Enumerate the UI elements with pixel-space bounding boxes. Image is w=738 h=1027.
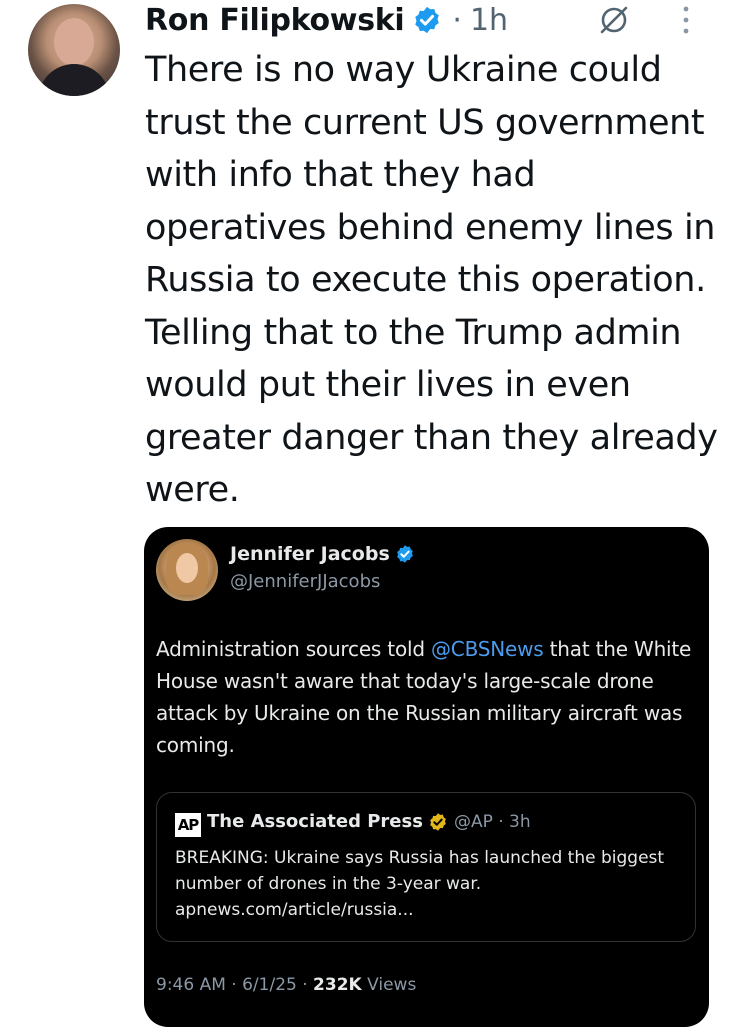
post-text: There is no way Ukraine could trust the … xyxy=(145,50,718,510)
nested-post-text: BREAKING: Ukraine says Russia has launch… xyxy=(175,848,665,920)
author-avatar[interactable] xyxy=(28,4,120,96)
verified-badge-icon xyxy=(396,545,413,563)
nested-author-name[interactable]: The Associated Press xyxy=(207,811,423,832)
mention-link[interactable]: @CBSNews xyxy=(431,637,544,661)
nested-post-header: The Associated Press @AP · 3h xyxy=(207,811,531,832)
views-label: Views xyxy=(361,975,417,995)
quoted-post-text: Administration sources told @CBSNews tha… xyxy=(156,633,696,761)
quoted-post-card[interactable]: Jennifer Jacobs @JenniferJJacobs Adminis… xyxy=(144,527,709,1027)
meta-time[interactable]: 9:46 AM xyxy=(156,975,226,995)
meta-separator: · xyxy=(225,975,243,995)
post-meta: 9:46 AM · 6/1/25 · 232K Views xyxy=(156,975,416,995)
quoted-author-handle[interactable]: @JenniferJJacobs xyxy=(230,571,380,592)
quoted-avatar-face xyxy=(176,553,198,583)
header-separator: · xyxy=(452,2,462,38)
nested-handle-time: @AP · 3h xyxy=(453,811,531,832)
grok-icon[interactable] xyxy=(596,2,632,38)
meta-date[interactable]: 6/1/25 xyxy=(242,975,297,995)
verified-badge-icon xyxy=(415,6,440,34)
post-header: Ron Filipkowski · 1h xyxy=(145,0,508,40)
quoted-author-row: Jennifer Jacobs xyxy=(230,543,415,565)
quoted-author-avatar[interactable] xyxy=(156,539,218,601)
meta-separator: · xyxy=(296,975,314,995)
author-name[interactable]: Ron Filipkowski xyxy=(145,3,405,38)
quoted-text-before: Administration sources told xyxy=(156,637,431,661)
views-count: 232K xyxy=(313,975,362,995)
avatar-face xyxy=(54,18,94,66)
post-time[interactable]: 1h xyxy=(470,3,508,38)
gold-verified-badge-icon xyxy=(430,812,446,831)
quoted-author-name[interactable]: Jennifer Jacobs xyxy=(230,543,390,565)
avatar-shirt xyxy=(38,64,110,96)
nested-quoted-post-card[interactable]: AP The Associated Press @AP · 3h BREAKIN… xyxy=(156,792,696,942)
ap-logo: AP xyxy=(175,813,201,837)
more-options-icon[interactable] xyxy=(680,4,692,36)
